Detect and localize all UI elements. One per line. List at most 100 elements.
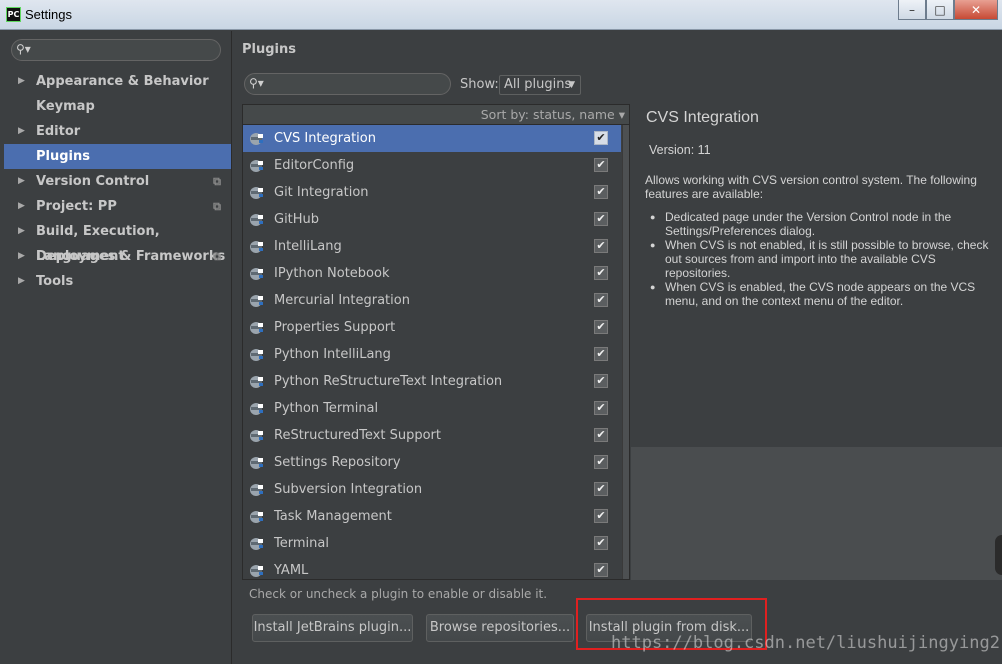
plugin-icon	[250, 430, 263, 442]
plugin-icon	[250, 322, 263, 334]
plugin-detail-empty-area	[631, 447, 1002, 580]
sidebar-item-appearance-behavior[interactable]: ▶ Appearance & Behavior	[4, 69, 231, 94]
plugin-name: Settings Repository	[274, 455, 401, 470]
plugin-enabled-checkbox[interactable]: ✔	[594, 131, 608, 145]
plugin-list: CVS Integration ✔ EditorConfig ✔ Git Integra…	[243, 125, 621, 584]
plugin-name: Mercurial Integration	[274, 293, 410, 308]
plugin-row[interactable]: Terminal ✔	[243, 530, 621, 557]
plugin-icon	[250, 457, 263, 469]
window-controls: – □ ✕	[898, 0, 998, 21]
sidebar-item-project-pp[interactable]: ▶ Project: PP ⧉	[4, 194, 231, 219]
plugin-name: IPython Notebook	[274, 266, 390, 281]
expand-arrow-icon[interactable]: ▶	[18, 244, 25, 269]
sidebar-item-build-execution-deployment[interactable]: ▶ Build, Execution, Deployment	[4, 219, 231, 264]
plugin-enabled-checkbox[interactable]: ✔	[594, 482, 608, 496]
plugin-row[interactable]: IPython Notebook ✔	[243, 260, 621, 287]
expand-arrow-icon[interactable]: ▶	[18, 194, 25, 219]
plugin-name: Task Management	[274, 509, 392, 524]
expand-arrow-icon[interactable]: ▶	[18, 219, 25, 244]
window-title: Settings	[25, 7, 72, 22]
sidebar-item-label: Appearance & Behavior	[36, 74, 209, 89]
plugin-row[interactable]: Python Terminal ✔	[243, 395, 621, 422]
sidebar-item-plugins[interactable]: Plugins	[4, 144, 231, 169]
plugin-enabled-checkbox[interactable]: ✔	[594, 185, 608, 199]
plugin-enabled-checkbox[interactable]: ✔	[594, 212, 608, 226]
project-level-icon: ⧉	[213, 175, 221, 188]
sidebar-item-keymap[interactable]: Keymap	[4, 94, 231, 119]
settings-sidebar: ⚲▾ ▶ Appearance & Behavior Keymap ▶ Editor Pl…	[0, 31, 232, 664]
sidebar-item-label: Version Control	[36, 174, 150, 189]
plugin-enabled-checkbox[interactable]: ✔	[594, 455, 608, 469]
plugin-enabled-checkbox[interactable]: ✔	[594, 563, 608, 577]
plugin-icon	[250, 187, 263, 199]
plugin-name: CVS Integration	[274, 131, 376, 146]
plugin-icon	[250, 349, 263, 361]
plugin-enabled-checkbox[interactable]: ✔	[594, 293, 608, 307]
plugin-row[interactable]: IntelliLang ✔	[243, 233, 621, 260]
sidebar-item-label: Editor	[36, 124, 81, 139]
plugin-enabled-checkbox[interactable]: ✔	[594, 266, 608, 280]
pycharm-app-icon: PC	[6, 7, 21, 22]
plugin-icon	[250, 241, 263, 253]
project-level-icon: ⧉	[213, 200, 221, 213]
plugin-enabled-checkbox[interactable]: ✔	[594, 374, 608, 388]
plugin-row[interactable]: CVS Integration ✔	[243, 125, 621, 152]
minimize-icon[interactable]: –	[898, 0, 926, 20]
plugin-search-input[interactable]: ⚲▾	[244, 73, 451, 95]
plugin-row[interactable]: ReStructuredText Support ✔	[243, 422, 621, 449]
plugin-detail-title: CVS Integration	[646, 109, 759, 126]
expand-arrow-icon[interactable]: ▶	[18, 269, 25, 294]
plugin-enabled-checkbox[interactable]: ✔	[594, 536, 608, 550]
plugin-row[interactable]: Python IntelliLang ✔	[243, 341, 621, 368]
plugin-row[interactable]: Properties Support ✔	[243, 314, 621, 341]
plugin-row[interactable]: Git Integration ✔	[243, 179, 621, 206]
plugin-enabled-checkbox[interactable]: ✔	[594, 158, 608, 172]
plugin-enabled-checkbox[interactable]: ✔	[594, 347, 608, 361]
plugin-icon	[250, 538, 263, 550]
settings-search-input[interactable]: ⚲▾	[11, 39, 221, 61]
feature-bullet: Dedicated page under the Version Control…	[650, 210, 1002, 238]
panel-edge-handle[interactable]	[995, 535, 1002, 575]
plugin-list-scrollbar[interactable]	[622, 125, 629, 579]
plugin-icon	[250, 268, 263, 280]
sort-label: Sort by: status, name ▾	[480, 107, 625, 122]
sidebar-item-languages-frameworks[interactable]: ▶ Languages & Frameworks ⧉	[4, 244, 231, 269]
plugin-name: GitHub	[274, 212, 320, 227]
sidebar-item-label: Plugins	[36, 149, 90, 164]
plugin-enabled-checkbox[interactable]: ✔	[594, 239, 608, 253]
plugin-row[interactable]: GitHub ✔	[243, 206, 621, 233]
plugin-enabled-checkbox[interactable]: ✔	[594, 320, 608, 334]
plugin-enabled-checkbox[interactable]: ✔	[594, 428, 608, 442]
watermark-text: https://blog.csdn.net/liushuijingying2	[611, 633, 1000, 653]
sort-header[interactable]: Sort by: status, name ▾	[243, 105, 629, 125]
expand-arrow-icon[interactable]: ▶	[18, 119, 25, 144]
plugin-row[interactable]: Settings Repository ✔	[243, 449, 621, 476]
plugin-enabled-checkbox[interactable]: ✔	[594, 401, 608, 415]
plugin-row[interactable]: Subversion Integration ✔	[243, 476, 621, 503]
plugin-row[interactable]: Task Management ✔	[243, 503, 621, 530]
maximize-icon[interactable]: □	[926, 0, 954, 20]
plugin-icon	[250, 376, 263, 388]
plugin-name: Python IntelliLang	[274, 347, 391, 362]
plugin-enabled-checkbox[interactable]: ✔	[594, 509, 608, 523]
expand-arrow-icon[interactable]: ▶	[18, 169, 25, 194]
install-jetbrains-plugin-button[interactable]: Install JetBrains plugin...	[252, 614, 413, 642]
expand-arrow-icon[interactable]: ▶	[18, 69, 25, 94]
plugin-row[interactable]: Mercurial Integration ✔	[243, 287, 621, 314]
browse-repositories-button[interactable]: Browse repositories...	[426, 614, 574, 642]
plugin-icon	[250, 214, 263, 226]
plugin-row[interactable]: YAML ✔	[243, 557, 621, 584]
sidebar-item-tools[interactable]: ▶ Tools	[4, 269, 231, 294]
plugin-row[interactable]: Python ReStructureText Integration ✔	[243, 368, 621, 395]
close-icon[interactable]: ✕	[954, 0, 998, 20]
plugin-icon	[250, 403, 263, 415]
plugin-icon	[250, 133, 263, 145]
sidebar-item-version-control[interactable]: ▶ Version Control ⧉	[4, 169, 231, 194]
feature-bullet: When CVS is enabled, the CVS node appear…	[650, 280, 1002, 308]
plugin-row[interactable]: EditorConfig ✔	[243, 152, 621, 179]
plugin-name: Properties Support	[274, 320, 396, 335]
sidebar-item-editor[interactable]: ▶ Editor	[4, 119, 231, 144]
search-icon: ⚲▾	[249, 76, 264, 90]
plugin-hint-text: Check or uncheck a plugin to enable or d…	[249, 587, 548, 601]
show-filter-select[interactable]: All plugins ▼	[499, 75, 581, 95]
